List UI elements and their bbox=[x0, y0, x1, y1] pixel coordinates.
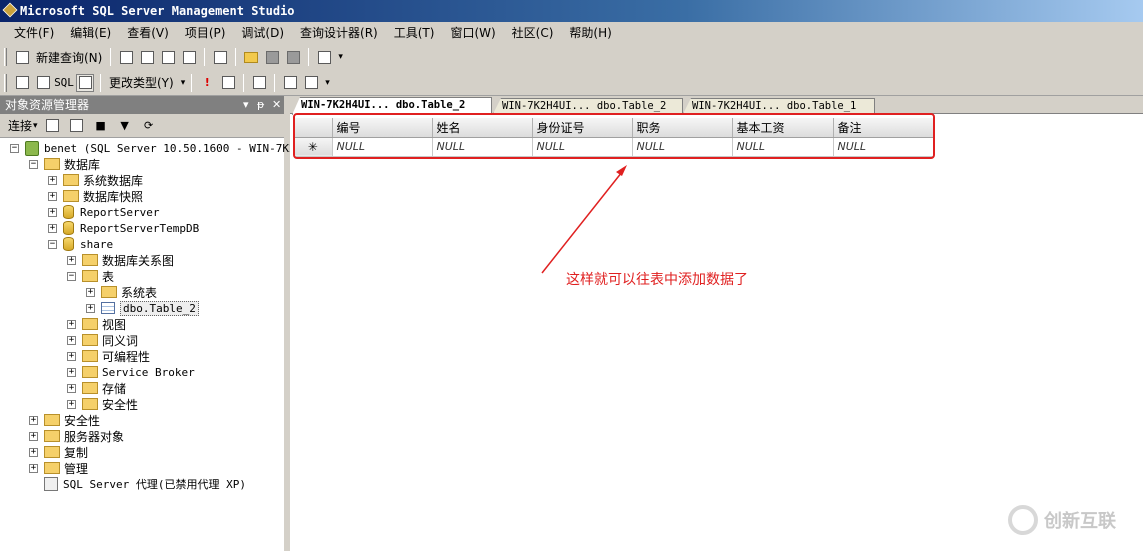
watermark-text: 创新互联 bbox=[1044, 511, 1116, 532]
watermark-logo: 创新互联 bbox=[1008, 505, 1116, 535]
annotation-text: 这样就可以往表中添加数据了 bbox=[566, 272, 748, 288]
watermark-icon bbox=[1008, 505, 1038, 535]
